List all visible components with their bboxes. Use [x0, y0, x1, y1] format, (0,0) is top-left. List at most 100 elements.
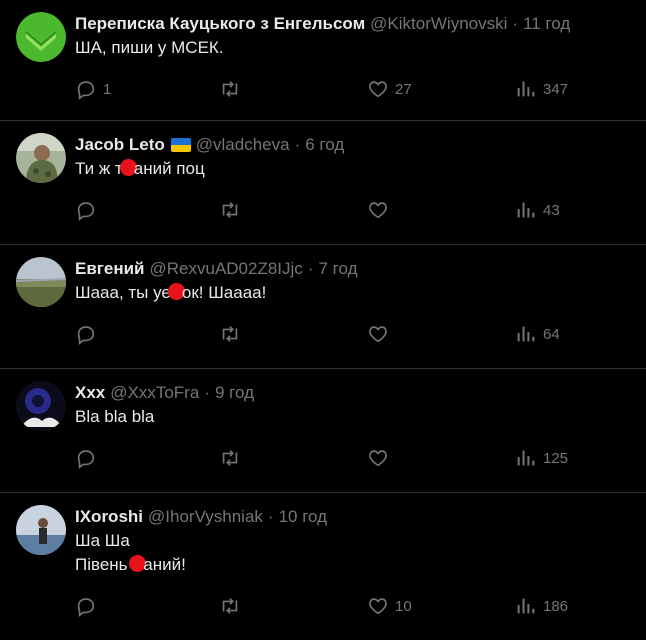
views-count: 347	[543, 80, 569, 98]
tweet-text: Ша Ша Півень аний!	[75, 529, 630, 577]
tweet[interactable]: Евгений @RexvuAD02Z8IJjc · 7 год Шааа, т…	[0, 245, 646, 369]
like-button[interactable]	[367, 323, 395, 345]
display-name[interactable]: Евгений	[75, 257, 145, 281]
retweet-button[interactable]	[219, 78, 247, 100]
views-button[interactable]: 186	[515, 595, 568, 617]
tweet-text-line: Півень аний!	[75, 553, 630, 577]
heart-icon	[367, 323, 389, 345]
display-name[interactable]: Xxx	[75, 381, 105, 405]
like-button[interactable]	[367, 199, 395, 221]
timestamp[interactable]: 11 год	[523, 12, 570, 36]
tweet[interactable]: Переписка Кауцького з Енгельсом @KiktorW…	[0, 0, 646, 121]
tweet-header: Xxx @XxxToFra · 9 год	[75, 381, 630, 405]
separator-dot: ·	[512, 14, 519, 33]
views-button[interactable]: 64	[515, 323, 560, 345]
tweet-actions: 64	[75, 323, 630, 353]
tweet-text-start: Шааа, ты уе	[75, 283, 171, 302]
display-name[interactable]: Переписка Кауцького з Енгельсом	[75, 12, 365, 36]
heart-icon	[367, 78, 389, 100]
reply-button[interactable]	[75, 595, 103, 617]
user-handle[interactable]: @RexvuAD02Z8IJjc	[150, 257, 303, 281]
tweet-text-line: Ша Ша	[75, 531, 130, 550]
user-handle[interactable]: @KiktorWiynovski	[370, 12, 507, 36]
separator-dot: ·	[294, 135, 301, 154]
reply-button[interactable]	[75, 323, 103, 345]
heart-icon	[367, 595, 389, 617]
separator-dot: ·	[307, 259, 314, 278]
tweet[interactable]: Xxx @XxxToFra · 9 год Bla bla bla 125	[0, 369, 646, 493]
timestamp[interactable]: 7 год	[318, 257, 357, 281]
retweet-button[interactable]	[219, 323, 247, 345]
tweet-header: Евгений @RexvuAD02Z8IJjc · 7 год	[75, 257, 630, 281]
like-button[interactable]	[367, 447, 395, 469]
reply-icon	[75, 323, 97, 345]
tweet-header: IXoroshi @IhorVyshniak · 10 год	[75, 505, 630, 529]
user-handle[interactable]: @XxxToFra	[110, 381, 199, 405]
tweet-text-end: ок! Шаааа!	[181, 283, 267, 302]
retweet-button[interactable]	[219, 595, 247, 617]
avatar[interactable]	[16, 133, 66, 183]
heart-icon	[367, 447, 389, 469]
reply-count: 1	[103, 80, 112, 98]
views-button[interactable]: 125	[515, 447, 568, 469]
retweet-button[interactable]	[219, 447, 247, 469]
views-icon	[515, 595, 537, 617]
separator-dot: ·	[204, 383, 210, 402]
reply-icon	[75, 595, 97, 617]
tweet-actions: 125	[75, 447, 630, 477]
tweet-actions: 10 186	[75, 595, 630, 625]
views-icon	[515, 447, 537, 469]
display-name[interactable]: Jacob Leto	[75, 133, 165, 157]
tweet[interactable]: Jacob Leto @vladcheva · 6 год Ти ж т аний…	[0, 121, 646, 245]
avatar[interactable]	[16, 257, 66, 307]
avatar[interactable]	[16, 505, 66, 555]
views-icon	[515, 78, 537, 100]
avatar[interactable]	[16, 12, 66, 62]
retweet-icon	[219, 199, 241, 221]
tweet-text-end: аний!	[143, 555, 186, 574]
tweet-actions: 43	[75, 199, 630, 229]
tweet-header: Jacob Leto @vladcheva · 6 год	[75, 133, 630, 157]
ukraine-flag-icon	[170, 138, 191, 152]
views-button[interactable]: 347	[515, 78, 568, 100]
tweet[interactable]: IXoroshi @IhorVyshniak · 10 год Ша Ша Пі…	[0, 493, 646, 640]
views-count: 186	[543, 597, 569, 615]
tweet-feed: Переписка Кауцького з Енгельсом @KiktorW…	[0, 0, 646, 640]
reply-button[interactable]	[75, 447, 103, 469]
retweet-icon	[219, 78, 241, 100]
tweet-text: Ти ж т аний поц	[75, 157, 630, 181]
views-icon	[515, 199, 537, 221]
user-handle[interactable]: @vladcheva	[196, 133, 290, 157]
views-icon	[515, 323, 537, 345]
timestamp[interactable]: 9 год	[215, 381, 254, 405]
like-button[interactable]: 10	[367, 595, 412, 617]
tweet-text-start: Ти ж т	[75, 159, 123, 178]
reply-button[interactable]	[75, 199, 103, 221]
heart-icon	[367, 199, 389, 221]
retweet-icon	[219, 447, 241, 469]
views-button[interactable]: 43	[515, 199, 560, 221]
reply-button[interactable]: 1	[75, 78, 111, 100]
like-count: 27	[395, 80, 412, 98]
tweet-text-end: аний поц	[133, 159, 205, 178]
avatar[interactable]	[16, 381, 66, 431]
like-button[interactable]: 27	[367, 78, 412, 100]
retweet-button[interactable]	[219, 199, 247, 221]
views-count: 64	[543, 325, 560, 343]
display-name[interactable]: IXoroshi	[75, 505, 143, 529]
reply-icon	[75, 199, 97, 221]
timestamp[interactable]: 10 год	[279, 505, 327, 529]
separator-dot: ·	[267, 507, 274, 526]
reply-icon	[75, 447, 97, 469]
retweet-icon	[219, 595, 241, 617]
tweet-actions: 1 27 347	[75, 78, 630, 108]
like-count: 10	[395, 597, 412, 615]
tweet-text: ША, пиши у МСЕК.	[75, 36, 630, 60]
timestamp[interactable]: 6 год	[305, 133, 344, 157]
tweet-header: Переписка Кауцького з Енгельсом @KiktorW…	[75, 12, 630, 36]
tweet-text-line: ША, пиши у МСЕК.	[75, 38, 224, 57]
tweet-text: Bla bla bla	[75, 405, 630, 429]
reply-icon	[75, 78, 97, 100]
user-handle[interactable]: @IhorVyshniak	[148, 505, 263, 529]
retweet-icon	[219, 323, 241, 345]
